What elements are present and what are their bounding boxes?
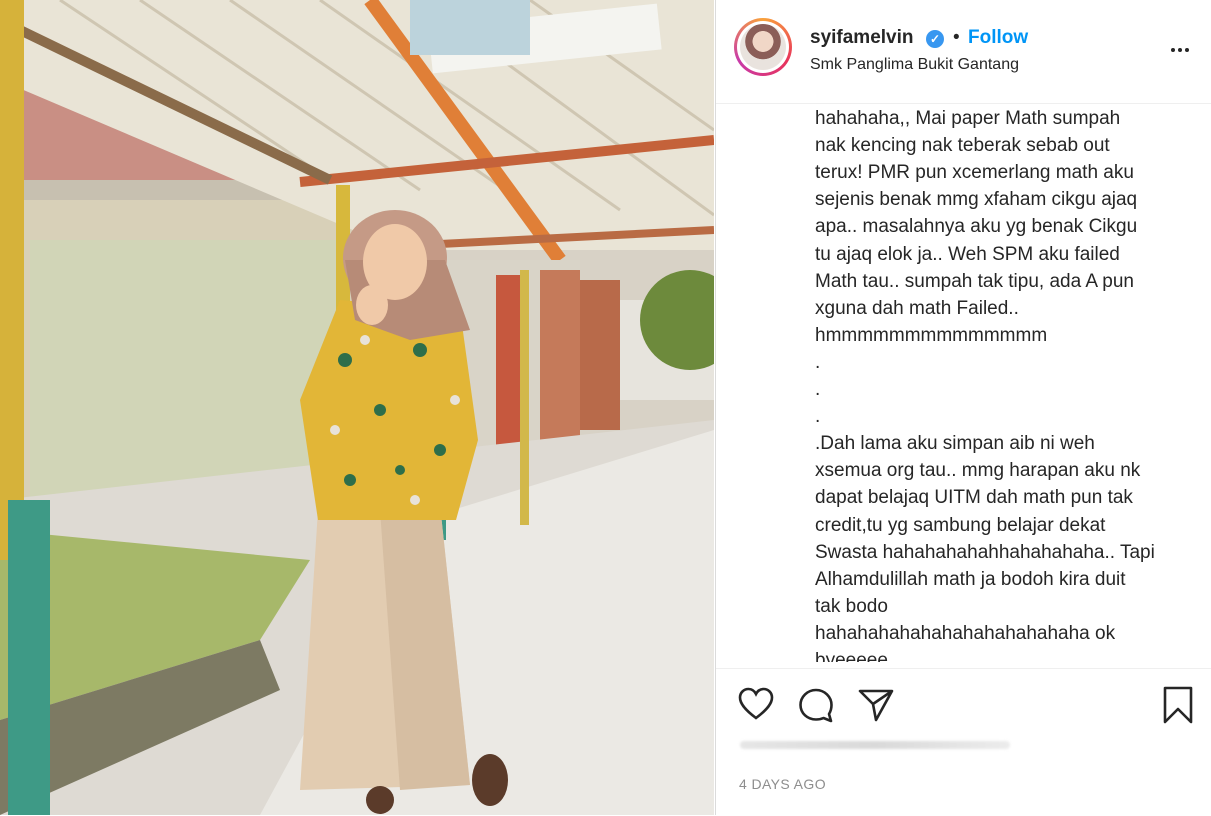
paper-plane-icon[interactable] (856, 685, 896, 725)
comment-bubble-icon[interactable] (796, 685, 836, 725)
post-photo[interactable] (0, 0, 714, 815)
photo-scene (0, 0, 714, 815)
heart-icon[interactable] (736, 685, 776, 725)
avatar[interactable] (734, 18, 792, 76)
avatar-frame (737, 21, 789, 73)
post-details-panel: syifamelvin ✓ • Follow Smk Panglima Buki… (715, 0, 1211, 816)
location-link[interactable]: Smk Panglima Bukit Gantang (810, 56, 1019, 74)
post-date[interactable]: 4 DAYS AGO (739, 776, 826, 792)
post-actions: 4 DAYS AGO (716, 668, 1211, 816)
caption-text: hahahaha,, Mai paper Math sumpah nak ken… (815, 108, 1155, 662)
more-dot (1178, 48, 1182, 52)
post-caption: hahahaha,, Mai paper Math sumpah nak ken… (815, 92, 1185, 662)
more-dot (1171, 48, 1175, 52)
verified-badge-icon: ✓ (926, 30, 944, 48)
follow-button[interactable]: Follow (968, 27, 1028, 49)
more-dot (1185, 48, 1189, 52)
avatar-image (740, 24, 786, 70)
likes-row-blurred (740, 741, 1010, 749)
separator-dot: • (953, 27, 960, 48)
post-header: syifamelvin ✓ • Follow Smk Panglima Buki… (716, 0, 1211, 104)
more-options-icon[interactable] (1168, 38, 1192, 62)
bookmark-icon[interactable] (1158, 685, 1198, 725)
username-link[interactable]: syifamelvin (810, 27, 914, 49)
